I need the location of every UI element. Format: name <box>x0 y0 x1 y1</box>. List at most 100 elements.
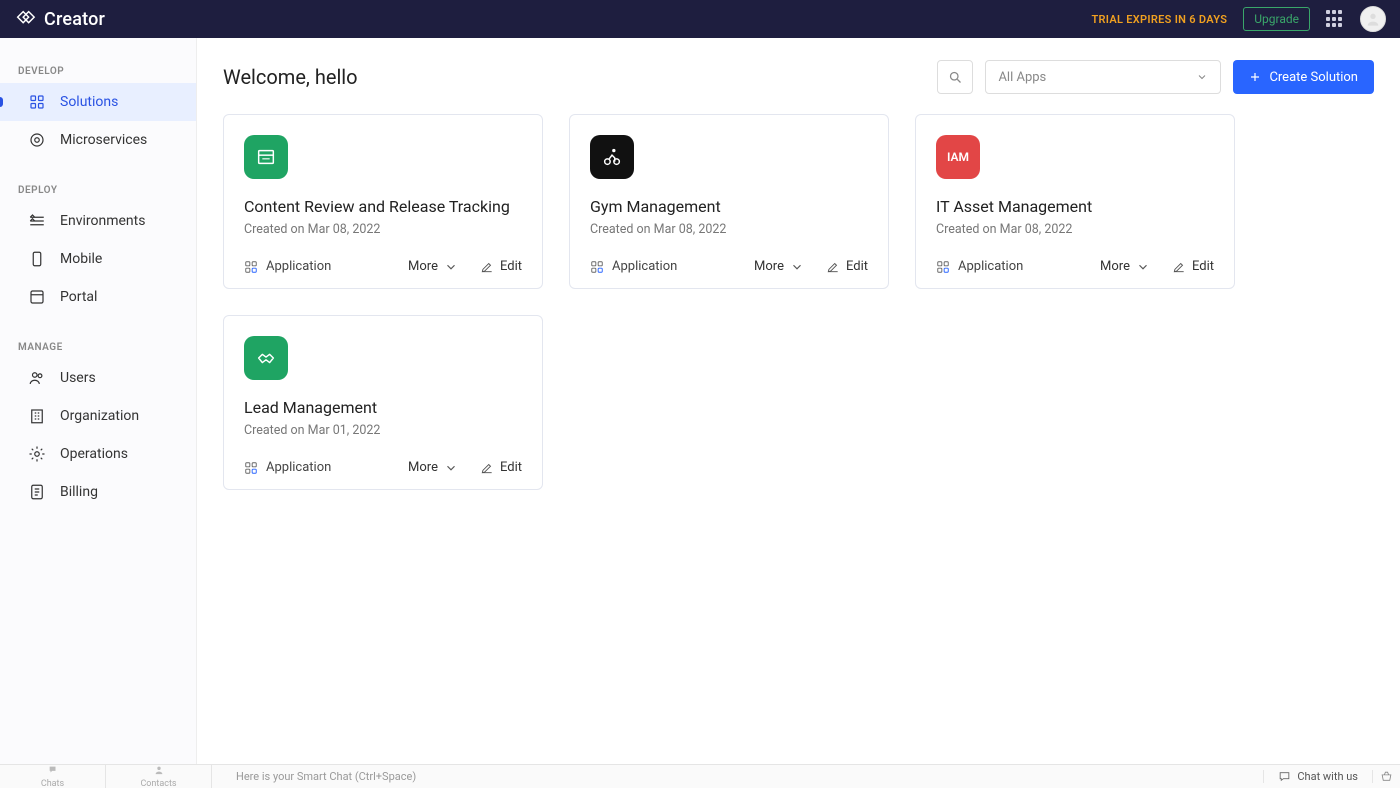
bottombar-tab-contacts[interactable]: Contacts <box>106 765 212 788</box>
sidebar-item-solutions[interactable]: Solutions <box>0 83 196 121</box>
portal-icon <box>28 288 46 306</box>
card-subtitle: Created on Mar 08, 2022 <box>590 222 868 237</box>
chats-icon <box>47 765 59 778</box>
solutions-grid: Content Review and Release Tracking Creat… <box>223 114 1374 490</box>
sidebar-item-billing[interactable]: Billing <box>0 473 196 511</box>
sidebar-item-users[interactable]: Users <box>0 359 196 397</box>
card-more-button[interactable]: More <box>408 460 458 475</box>
card-title: Lead Management <box>244 398 522 417</box>
edit-icon <box>480 260 494 274</box>
card-edit-button[interactable]: Edit <box>1172 259 1214 274</box>
create-solution-label: Create Solution <box>1269 70 1358 85</box>
sidebar-item-label: Environments <box>60 213 145 229</box>
mobile-icon <box>28 250 46 268</box>
basket-icon <box>1380 770 1393 783</box>
sidebar-item-label: Users <box>60 370 96 386</box>
card-footer: Application More Edit <box>936 259 1214 274</box>
sidebar-section-title: MANAGE <box>0 334 196 359</box>
user-icon <box>1365 11 1381 27</box>
card-type: Application <box>244 460 331 475</box>
card-subtitle: Created on Mar 08, 2022 <box>244 222 522 237</box>
card-title: Content Review and Release Tracking <box>244 197 522 216</box>
contacts-icon <box>153 765 165 778</box>
sidebar-item-label: Microservices <box>60 132 147 148</box>
upgrade-button[interactable]: Upgrade <box>1243 7 1310 31</box>
card-footer: Application More Edit <box>590 259 868 274</box>
solution-card[interactable]: Content Review and Release Tracking Creat… <box>223 114 543 289</box>
header-left: Creator <box>14 8 105 30</box>
sidebar-section-title: DEVELOP <box>0 58 196 83</box>
sidebar-item-label: Billing <box>60 484 98 500</box>
sidebar-item-mobile[interactable]: Mobile <box>0 240 196 278</box>
application-icon <box>590 260 604 274</box>
user-avatar[interactable] <box>1360 6 1386 32</box>
chevron-down-icon <box>1136 260 1150 274</box>
card-footer: Application More Edit <box>244 259 522 274</box>
card-icon <box>244 135 288 179</box>
card-title: IT Asset Management <box>936 197 1214 216</box>
card-edit-button[interactable]: Edit <box>826 259 868 274</box>
card-type: Application <box>590 259 677 274</box>
solution-card[interactable]: IAM IT Asset Management Created on Mar 08,… <box>915 114 1235 289</box>
environments-icon <box>28 212 46 230</box>
card-icon: IAM <box>936 135 980 179</box>
card-more-button[interactable]: More <box>1100 259 1150 274</box>
card-type: Application <box>936 259 1023 274</box>
solution-card[interactable]: Gym ManagementCreated on Mar 08, 2022App… <box>569 114 889 289</box>
solution-card[interactable]: Lead Management Created on Mar 01, 2022 Ap… <box>223 315 543 490</box>
microservices-icon <box>28 131 46 149</box>
app-header: Creator TRIAL EXPIRES IN 6 DAYS Upgrade <box>0 0 1400 38</box>
sidebar-item-label: Solutions <box>60 94 118 110</box>
billing-icon <box>28 483 46 501</box>
basket-button[interactable] <box>1372 770 1400 783</box>
search-button[interactable] <box>937 60 973 94</box>
search-icon <box>948 70 963 85</box>
trial-expiry-text: TRIAL EXPIRES IN 6 DAYS <box>1091 13 1227 26</box>
create-solution-button[interactable]: Create Solution <box>1233 60 1374 94</box>
sidebar-item-operations[interactable]: Operations <box>0 435 196 473</box>
card-subtitle: Created on Mar 01, 2022 <box>244 423 522 438</box>
sidebar-item-environments[interactable]: Environments <box>0 202 196 240</box>
main-topbar: Welcome, hello All Apps Create Solution <box>223 60 1374 94</box>
bottombar-tabs: ChatsContacts <box>0 765 212 788</box>
card-icon <box>244 336 288 380</box>
organization-icon <box>28 407 46 425</box>
main-content: Welcome, hello All Apps Create Solution … <box>197 38 1400 764</box>
app-filter-select[interactable]: All Apps <box>985 60 1221 94</box>
edit-icon <box>1172 260 1186 274</box>
top-controls: All Apps Create Solution <box>937 60 1374 94</box>
creator-logo-icon <box>14 8 36 30</box>
card-edit-button[interactable]: Edit <box>480 460 522 475</box>
operations-icon <box>28 445 46 463</box>
card-subtitle: Created on Mar 08, 2022 <box>936 222 1214 237</box>
filter-selected-label: All Apps <box>998 70 1046 85</box>
chat-with-us-button[interactable]: Chat with us <box>1263 770 1372 783</box>
bottom-bar: ChatsContacts Here is your Smart Chat (C… <box>0 764 1400 788</box>
chevron-down-icon <box>444 260 458 274</box>
sidebar-item-microservices[interactable]: Microservices <box>0 121 196 159</box>
plus-icon <box>1249 71 1261 83</box>
chevron-down-icon <box>790 260 804 274</box>
body-area: DEVELOP Solutions Microservices DEPLOY Envir… <box>0 38 1400 764</box>
application-icon <box>936 260 950 274</box>
card-type: Application <box>244 259 331 274</box>
apps-launcher-icon[interactable] <box>1326 10 1344 28</box>
card-edit-button[interactable]: Edit <box>480 259 522 274</box>
chat-icon <box>1278 770 1291 783</box>
card-footer: Application More Edit <box>244 460 522 475</box>
chevron-down-icon <box>444 461 458 475</box>
sidebar-item-portal[interactable]: Portal <box>0 278 196 316</box>
sidebar-item-label: Mobile <box>60 251 102 267</box>
card-more-button[interactable]: More <box>754 259 804 274</box>
chevron-down-icon <box>1196 71 1208 83</box>
welcome-text: Welcome, hello <box>223 65 358 89</box>
users-icon <box>28 369 46 387</box>
card-more-button[interactable]: More <box>408 259 458 274</box>
sidebar-item-organization[interactable]: Organization <box>0 397 196 435</box>
edit-icon <box>826 260 840 274</box>
application-icon <box>244 461 258 475</box>
smart-chat-hint[interactable]: Here is your Smart Chat (Ctrl+Space) <box>212 770 1263 783</box>
edit-icon <box>480 461 494 475</box>
sidebar-section-title: DEPLOY <box>0 177 196 202</box>
bottombar-tab-chats[interactable]: Chats <box>0 765 106 788</box>
